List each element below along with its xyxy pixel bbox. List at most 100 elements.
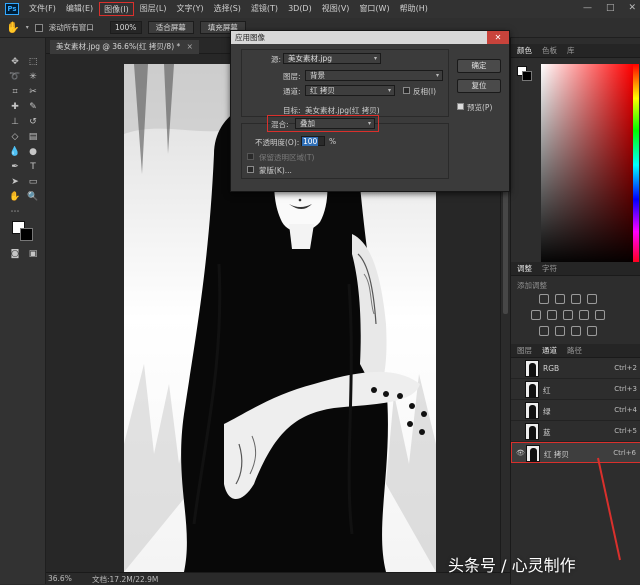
invert-checkbox[interactable] [403,87,410,94]
scrollbar-thumb[interactable] [503,174,508,314]
dodge-tool-icon[interactable]: ● [26,146,40,158]
bg-color-chip[interactable] [522,71,532,81]
pen-tool-icon[interactable]: ✒ [8,161,22,173]
channel-shortcut: Ctrl+6 [613,449,636,457]
brightness-icon[interactable] [539,294,549,304]
path-selection-icon[interactable]: ➤ [8,176,22,188]
channel-row-rgb[interactable]: RGB Ctrl+2 [511,358,640,379]
mask-checkbox[interactable] [247,166,254,173]
curves-icon[interactable] [571,294,581,304]
maximize-icon[interactable]: □ [606,3,615,13]
layer-select[interactable]: 背景 ▾ [305,70,443,81]
clone-stamp-icon[interactable]: ⊥ [8,116,22,128]
crop-tool-icon[interactable]: ⌗ [8,86,22,98]
marquee-tool-icon[interactable]: ⬚ [26,56,40,68]
gradient-map-icon[interactable] [587,326,597,336]
menu-image[interactable]: 图像(I) [99,2,134,16]
posterize-icon[interactable] [555,326,565,336]
menu-select[interactable]: 选择(S) [210,2,245,16]
color-field[interactable] [541,64,633,266]
visibility-icon[interactable] [515,406,523,414]
tab-character[interactable]: 字符 [542,263,557,274]
tab-color[interactable]: 颜色 [517,45,532,56]
visibility-eye-icon[interactable]: 👁 [516,449,525,457]
tool-preset-chevron-icon[interactable]: ▾ [26,24,29,31]
color-balance-icon[interactable] [563,310,573,320]
lasso-tool-icon[interactable]: ➰ [8,71,22,83]
reset-button[interactable]: 复位 [457,79,501,93]
menu-view[interactable]: 视图(V) [318,2,354,16]
minimize-icon[interactable]: — [583,3,592,13]
channel-row-red-copy[interactable]: 👁 红 拷贝 Ctrl+6 [511,442,640,463]
menu-help[interactable]: 帮助(H) [396,2,432,16]
scroll-all-checkbox[interactable] [34,23,43,32]
history-brush-icon[interactable]: ↺ [26,116,40,128]
threshold-icon[interactable] [571,326,581,336]
tab-layers[interactable]: 图层 [517,345,532,356]
source-select[interactable]: 美女素材.jpg ▾ [283,53,381,64]
vibrance-icon[interactable] [531,310,541,320]
tab-swatches[interactable]: 色板 [542,45,557,56]
magic-wand-tool-icon[interactable]: ✳ [26,71,40,83]
zoom-tool-icon[interactable]: 🔍 [26,191,40,203]
tab-libraries[interactable]: 库 [567,45,575,56]
screen-mode-icon[interactable]: ▣ [26,248,40,260]
photo-filter-icon[interactable] [595,310,605,320]
preview-checkbox[interactable] [457,103,464,110]
brush-tool-icon[interactable]: ✎ [26,101,40,113]
tab-adjustments[interactable]: 调整 [517,263,532,274]
document-tab[interactable]: 美女素材.jpg @ 36.6%(红 拷贝/8) * × [50,40,199,54]
channel-select[interactable]: 红 拷贝 ▾ [305,85,395,96]
exposure-icon[interactable] [587,294,597,304]
visibility-icon[interactable] [515,427,523,435]
ok-button[interactable]: 确定 [457,59,501,73]
menu-3d[interactable]: 3D(D) [284,2,316,16]
move-tool-icon[interactable]: ✥ [8,56,22,68]
channel-row-blue[interactable]: 蓝 Ctrl+5 [511,421,640,442]
channel-row-red[interactable]: 红 Ctrl+3 [511,379,640,400]
photoshop-logo[interactable]: Ps [5,3,19,15]
menu-window[interactable]: 窗口(W) [355,2,393,16]
document-info[interactable]: 文档:17.2M/22.9M [92,574,158,585]
visibility-icon[interactable] [515,364,523,372]
menu-type[interactable]: 文字(Y) [172,2,207,16]
opacity-input[interactable]: 100 [301,136,325,146]
close-icon[interactable]: ✕ [628,3,636,13]
gradient-tool-icon[interactable]: ▤ [26,131,40,143]
channel-row-green[interactable]: 绿 Ctrl+4 [511,400,640,421]
background-color-swatch[interactable] [20,228,33,241]
menu-filter[interactable]: 滤镜(T) [247,2,282,16]
invert-icon[interactable] [539,326,549,336]
preserve-transparency-checkbox[interactable] [247,153,254,160]
tab-paths[interactable]: 路径 [567,345,582,356]
zoom-field[interactable]: 100% [109,21,142,34]
tab-channels[interactable]: 通道 [542,345,557,356]
menu-file[interactable]: 文件(F) [25,2,60,16]
source-label: 源: [271,55,282,64]
channel-name: 绿 [543,407,551,416]
fit-screen-button[interactable]: 适合屏幕 [147,21,194,34]
rectangle-tool-icon[interactable]: ▭ [26,176,40,188]
zoom-level[interactable]: 36.6% [48,574,72,583]
visibility-icon[interactable] [515,385,523,393]
menu-edit[interactable]: 编辑(E) [62,2,97,16]
hand-tool-icon[interactable]: ✋ [8,191,22,203]
hue-saturation-icon[interactable] [547,310,557,320]
black-white-icon[interactable] [579,310,589,320]
blur-tool-icon[interactable]: 💧 [8,146,22,158]
eraser-tool-icon[interactable]: ◇ [8,131,22,143]
dialog-close-icon[interactable]: ✕ [487,31,509,44]
blend-mode-select[interactable]: 叠加 ▾ [295,118,375,129]
dialog-title[interactable]: 应用图像 [231,31,509,44]
channel-thumbnail [525,402,539,419]
hand-tool-icon[interactable]: ✋ [6,21,20,34]
type-tool-icon[interactable]: T [26,161,40,173]
more-tools-icon[interactable]: ⋯ [8,206,22,218]
tab-close-icon[interactable]: × [187,42,193,51]
healing-brush-icon[interactable]: ✚ [8,101,22,113]
quick-mask-icon[interactable]: ◙ [8,248,22,260]
levels-icon[interactable] [555,294,565,304]
menu-layer[interactable]: 图层(L) [136,2,171,16]
slice-tool-icon[interactable]: ✂ [26,86,40,98]
hue-slider[interactable] [633,64,639,266]
